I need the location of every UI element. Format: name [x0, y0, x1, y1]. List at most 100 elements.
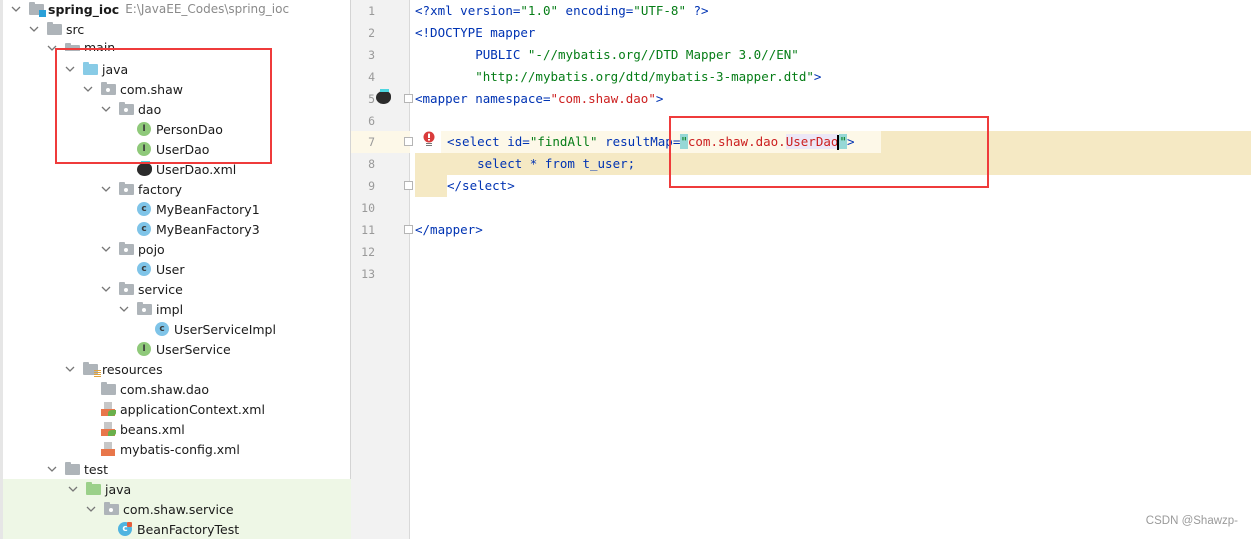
interface-icon: I: [136, 141, 152, 157]
chevron-down-icon[interactable]: [100, 243, 112, 255]
tree-item-label: com.shaw.service: [123, 501, 234, 517]
tree-item-label: MyBeanFactory1: [156, 201, 260, 217]
fold-marker-icon[interactable]: [404, 137, 413, 146]
tree-item-com-shaw-service[interactable]: com.shaw.service: [3, 499, 353, 519]
fold-marker-icon[interactable]: [404, 181, 413, 190]
folder-icon: [64, 461, 80, 477]
source-folder-icon: [82, 61, 98, 77]
module-folder-icon: [28, 1, 46, 17]
chevron-down-icon[interactable]: [85, 503, 97, 515]
fold-marker-icon[interactable]: [404, 225, 413, 234]
interface-icon: I: [136, 341, 152, 357]
error-bulb-icon[interactable]: [422, 131, 436, 147]
tree-item-label: impl: [156, 301, 184, 317]
watermark: CSDN @Shawzp-: [1145, 515, 1238, 527]
spring-xml-icon: [100, 421, 116, 437]
test-class-icon: c: [117, 521, 133, 537]
tree-item-label: test: [84, 461, 109, 477]
code-line-7: <select id="findAll" resultMap="com.shaw…: [447, 134, 855, 150]
tree-item-label: java: [102, 61, 129, 77]
tree-item-label: dao: [138, 101, 162, 117]
chevron-down-icon[interactable]: [118, 303, 130, 315]
chevron-down-icon[interactable]: [10, 3, 22, 15]
chevron-down-icon[interactable]: [100, 183, 112, 195]
code-line-1: <?xml version="1.0" encoding="UTF-8" ?>: [415, 3, 709, 18]
chevron-down-icon[interactable]: [46, 42, 58, 51]
tree-item-src[interactable]: src: [0, 19, 378, 39]
class-icon: c: [154, 321, 170, 337]
tree-root[interactable]: spring_ioc E:\JavaEE_Codes\spring_ioc: [0, 0, 360, 19]
project-panel: spring_ioc E:\JavaEE_Codes\spring_ioc sr…: [0, 0, 353, 539]
code-line-2: <!DOCTYPE mapper: [415, 25, 536, 40]
line-number: 4: [368, 70, 375, 84]
line-number: 9: [368, 179, 375, 193]
tree-item-label: resources: [102, 361, 163, 377]
chevron-down-icon[interactable]: [64, 363, 76, 375]
tree-item-beanfactorytest[interactable]: c BeanFactoryTest: [3, 519, 353, 539]
folder-icon: [64, 42, 80, 51]
line-number: 3: [368, 48, 375, 62]
line-number: 5: [368, 92, 375, 106]
mybatis-mapper-icon[interactable]: [376, 89, 392, 105]
interface-icon: I: [136, 121, 152, 137]
unresolved-reference: UserDao: [785, 134, 839, 149]
chevron-down-icon[interactable]: [67, 483, 79, 495]
tree-item-label: com.shaw: [120, 81, 183, 97]
chevron-down-icon[interactable]: [28, 23, 40, 35]
line-number: 8: [368, 157, 375, 171]
tree-item-label: pojo: [138, 241, 165, 257]
folder-icon: [46, 21, 62, 37]
tree-item-main[interactable]: main: [0, 39, 396, 51]
spring-xml-icon: [100, 401, 116, 417]
brace-match-highlight: ": [680, 134, 688, 149]
highlight-band: [415, 175, 447, 197]
line-number: 10: [361, 201, 375, 215]
package-icon: [100, 81, 116, 97]
tree-item-label: UserDao.xml: [156, 161, 237, 177]
folder-icon: [100, 381, 116, 397]
tree-item-label: UserServiceImpl: [174, 321, 276, 337]
tree-item-label: MyBeanFactory3: [156, 221, 260, 237]
tree-item-label: UserService: [156, 341, 231, 357]
chevron-down-icon[interactable]: [100, 103, 112, 115]
class-icon: c: [136, 201, 152, 217]
project-path: E:\JavaEE_Codes\spring_ioc: [125, 2, 290, 16]
tree-item-label: User: [156, 261, 185, 277]
chevron-down-icon[interactable]: [64, 63, 76, 75]
tree-item-label: java: [105, 481, 132, 497]
mybatis-xml-icon: [136, 160, 152, 177]
package-icon: [118, 101, 134, 117]
class-icon: c: [136, 261, 152, 277]
project-name: spring_ioc: [48, 1, 120, 17]
package-icon: [118, 181, 134, 197]
line-number: 2: [368, 26, 375, 40]
tree-item-label: BeanFactoryTest: [137, 521, 240, 537]
package-icon: [136, 301, 152, 317]
package-icon: [118, 281, 134, 297]
tree-item-test[interactable]: test: [0, 459, 396, 479]
tree-item-label: main: [84, 40, 116, 51]
line-number: 13: [361, 267, 375, 281]
tree-item-label: com.shaw.dao: [120, 381, 210, 397]
tree-item-test-java[interactable]: java: [3, 479, 353, 499]
package-icon: [103, 501, 119, 517]
code-line-5: <mapper namespace="com.shaw.dao">: [415, 91, 664, 106]
tree-item-label: beans.xml: [120, 421, 185, 437]
chevron-down-icon[interactable]: [100, 283, 112, 295]
code-line-4: "http://mybatis.org/dtd/mybatis-3-mapper…: [475, 69, 822, 84]
tree-item-label: factory: [138, 181, 183, 197]
brace-match-highlight: ": [839, 134, 847, 149]
chevron-down-icon[interactable]: [82, 83, 94, 95]
tree-item-label: applicationContext.xml: [120, 401, 265, 417]
fold-marker-icon[interactable]: [404, 94, 413, 103]
resources-folder-icon: [82, 361, 101, 377]
tree-item-label: mybatis-config.xml: [120, 441, 240, 457]
code-line-3: PUBLIC "-//mybatis.org//DTD Mapper 3.0//…: [415, 47, 799, 62]
code-line-8: select * from t_user;: [447, 156, 636, 171]
line-number: 12: [361, 245, 375, 259]
class-icon: c: [136, 221, 152, 237]
chevron-down-icon[interactable]: [46, 463, 58, 475]
line-number: 6: [368, 114, 375, 128]
line-number: 1: [368, 4, 375, 18]
line-number: 11: [361, 223, 375, 237]
